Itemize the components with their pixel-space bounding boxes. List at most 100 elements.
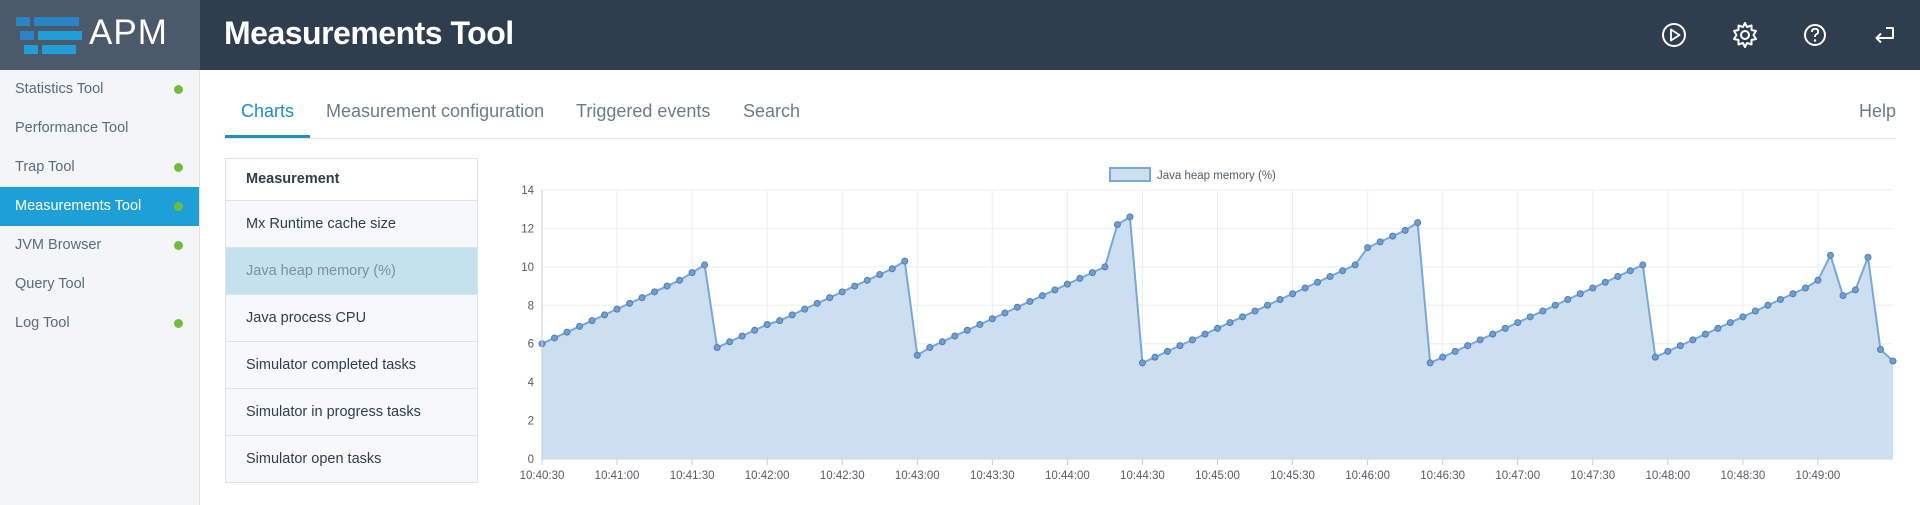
data-point[interactable]: [1138, 359, 1146, 367]
data-point[interactable]: [1126, 213, 1134, 221]
data-point[interactable]: [701, 261, 709, 269]
data-point[interactable]: [863, 276, 871, 284]
tab-charts[interactable]: Charts: [225, 92, 311, 138]
measurement-item-mx-runtime-cache-size[interactable]: Mx Runtime cache size: [226, 201, 477, 248]
data-point[interactable]: [988, 315, 996, 323]
sidebar-item-trap-tool[interactable]: Trap Tool: [0, 148, 199, 187]
tab-search[interactable]: Search: [743, 92, 800, 135]
data-point[interactable]: [663, 282, 671, 290]
data-point[interactable]: [1826, 251, 1834, 259]
sidebar-item-statistics-tool[interactable]: Statistics Tool: [0, 70, 199, 109]
data-point[interactable]: [1626, 267, 1634, 275]
data-point[interactable]: [801, 305, 809, 313]
data-point[interactable]: [1614, 272, 1622, 280]
data-point[interactable]: [1088, 269, 1096, 277]
data-point[interactable]: [1464, 342, 1472, 350]
data-point[interactable]: [1063, 280, 1071, 288]
data-point[interactable]: [1639, 261, 1647, 269]
data-point[interactable]: [913, 351, 921, 359]
data-point[interactable]: [1751, 307, 1759, 315]
data-point[interactable]: [613, 305, 621, 313]
data-point[interactable]: [976, 321, 984, 328]
data-point[interactable]: [1451, 347, 1459, 355]
brand-logo[interactable]: APM: [0, 0, 200, 70]
data-point[interactable]: [651, 288, 659, 296]
data-point[interactable]: [876, 271, 884, 279]
data-point[interactable]: [1013, 303, 1021, 311]
data-point[interactable]: [1251, 307, 1259, 315]
data-point[interactable]: [938, 338, 946, 346]
data-point[interactable]: [1151, 353, 1159, 361]
data-point[interactable]: [1389, 232, 1397, 240]
play-circle-icon[interactable]: [1658, 19, 1690, 51]
data-point[interactable]: [1101, 263, 1109, 271]
data-point[interactable]: [1426, 359, 1434, 367]
data-point[interactable]: [1076, 274, 1084, 282]
data-point[interactable]: [1564, 296, 1572, 304]
data-point[interactable]: [763, 321, 771, 328]
logout-arrow-icon[interactable]: [1868, 19, 1900, 51]
data-point[interactable]: [1789, 290, 1797, 298]
data-point[interactable]: [1489, 330, 1497, 338]
data-point[interactable]: [1814, 276, 1822, 284]
data-point[interactable]: [826, 294, 834, 302]
data-point[interactable]: [1439, 353, 1447, 361]
sidebar-item-performance-tool[interactable]: Performance Tool: [0, 109, 199, 148]
data-point[interactable]: [1264, 301, 1272, 309]
sidebar-item-measurements-tool[interactable]: Measurements Tool: [0, 187, 199, 226]
data-point[interactable]: [1776, 296, 1784, 304]
data-point[interactable]: [1514, 319, 1522, 327]
data-point[interactable]: [1526, 313, 1534, 321]
data-point[interactable]: [626, 299, 634, 307]
data-point[interactable]: [1726, 319, 1734, 327]
data-point[interactable]: [788, 311, 796, 319]
measurement-item-simulator-open-tasks[interactable]: Simulator open tasks: [226, 436, 477, 483]
data-point[interactable]: [776, 317, 784, 325]
data-point[interactable]: [1326, 272, 1334, 280]
data-point[interactable]: [676, 276, 684, 284]
data-point[interactable]: [1214, 324, 1221, 332]
data-point[interactable]: [1676, 342, 1684, 350]
data-point[interactable]: [713, 344, 721, 352]
sidebar-item-jvm-browser[interactable]: JVM Browser: [0, 226, 199, 265]
data-point[interactable]: [1851, 286, 1859, 294]
measurement-item-java-heap-memory[interactable]: Java heap memory (%): [226, 248, 477, 295]
measurement-item-simulator-completed-tasks[interactable]: Simulator completed tasks: [226, 342, 477, 389]
data-point[interactable]: [1201, 330, 1209, 338]
data-point[interactable]: [1476, 336, 1484, 344]
data-point[interactable]: [1701, 330, 1709, 338]
data-point[interactable]: [1364, 244, 1372, 252]
sidebar-item-query-tool[interactable]: Query Tool: [0, 265, 199, 304]
data-point[interactable]: [1163, 347, 1171, 355]
data-point[interactable]: [1889, 357, 1897, 365]
data-point[interactable]: [1689, 336, 1697, 344]
data-point[interactable]: [1239, 313, 1247, 321]
data-point[interactable]: [1764, 301, 1772, 309]
data-point[interactable]: [1714, 324, 1722, 332]
data-point[interactable]: [951, 332, 959, 340]
help-circle-icon[interactable]: [1799, 19, 1831, 51]
data-point[interactable]: [1651, 353, 1659, 361]
data-point[interactable]: [1301, 284, 1309, 292]
data-point[interactable]: [1051, 286, 1059, 294]
data-point[interactable]: [813, 299, 821, 307]
data-point[interactable]: [1739, 313, 1747, 321]
data-point[interactable]: [1113, 221, 1121, 229]
data-point[interactable]: [1038, 292, 1046, 300]
data-point[interactable]: [1801, 284, 1809, 292]
data-point[interactable]: [751, 326, 759, 334]
data-point[interactable]: [726, 338, 734, 346]
measurement-item-java-process-cpu[interactable]: Java process CPU: [226, 295, 477, 342]
data-point[interactable]: [1188, 336, 1196, 344]
help-link[interactable]: Help: [1859, 92, 1896, 132]
data-point[interactable]: [1401, 226, 1409, 234]
data-point[interactable]: [1576, 290, 1584, 298]
data-point[interactable]: [838, 288, 846, 296]
data-point[interactable]: [1414, 219, 1422, 227]
tab-measurement-configuration[interactable]: Measurement configuration: [326, 92, 544, 135]
data-point[interactable]: [588, 317, 596, 325]
data-point[interactable]: [851, 282, 859, 290]
data-point[interactable]: [1314, 278, 1322, 286]
data-point[interactable]: [738, 332, 746, 340]
data-point[interactable]: [563, 328, 571, 336]
